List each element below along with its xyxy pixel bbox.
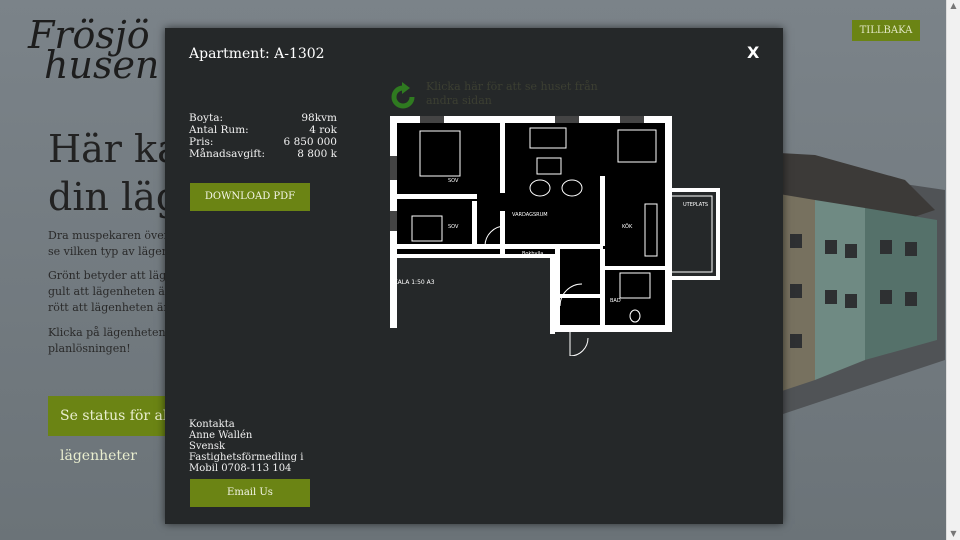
rotate-icon [391,82,415,109]
email-us-button[interactable]: Email Us [190,479,310,507]
fact-row-fee: Månadsavgift: 8 800 k [189,148,337,160]
contact-name: Anne Wallén [189,430,253,441]
fact-value: 8 800 k [297,148,337,160]
room-label-bokhylla: Bokhylla [522,251,543,257]
fact-label: Antal Rum: [189,124,249,136]
room-label-kok: KÖK [622,223,633,230]
scroll-down-icon[interactable]: ▼ [947,528,960,540]
scroll-up-icon[interactable]: ▲ [947,0,960,12]
room-label-bad: BAD [610,298,621,304]
floor-plan: SOV SOV VARDAGSRUM KÖK BAD UTEPLATS Bokh… [390,116,720,356]
fact-row-price: Pris: 6 850 000 [189,136,337,148]
flip-view-text: Klicka här för att se huset från andra s… [426,80,598,107]
room-label-uteplats: UTEPLATS [683,202,708,208]
fact-value: 4 rok [309,124,337,136]
room-label-sov1: SOV [448,178,459,184]
fact-label: Månadsavgift: [189,148,266,160]
fact-value: 98kvm [301,112,337,124]
fact-row-boyta: Boyta: 98kvm [189,112,337,124]
contact-heading: Kontakta [189,419,235,430]
room-label-vardagsrum: VARDAGSRUM [512,212,548,218]
fact-value: 6 850 000 [283,136,337,148]
room-label-sov2: SOV [448,224,459,230]
scale-label: SKALA 1:50 A3 [390,279,435,286]
contact-phone: Mobil 0708-113 104 [189,463,292,474]
contact-company: Svensk Fastighetsförmedling i [189,441,304,463]
download-pdf-button[interactable]: DOWNLOAD PDF [190,183,310,211]
modal-title: Apartment: A-1302 [189,46,325,62]
logo-line-2: husen [44,43,160,87]
fact-row-rooms: Antal Rum: 4 rok [189,124,337,136]
page-scrollbar[interactable]: ▲ ▼ [946,0,960,540]
logo[interactable]: Frösjö husen [28,16,160,87]
apartment-facts: Boyta: 98kvm Antal Rum: 4 rok Pris: 6 850 0… [189,112,337,160]
fact-label: Pris: [189,136,214,148]
flip-view-link[interactable]: Klicka här för att se huset från andra s… [388,80,628,114]
back-button[interactable]: TILLBAKA [852,20,920,41]
apartment-modal: Apartment: A-1302 X Klicka här för att s… [165,28,783,524]
close-button[interactable]: X [747,43,759,62]
fact-label: Boyta: [189,112,223,124]
contact-info: Kontakta Anne Wallén Svensk Fastighetsfö… [189,419,329,474]
